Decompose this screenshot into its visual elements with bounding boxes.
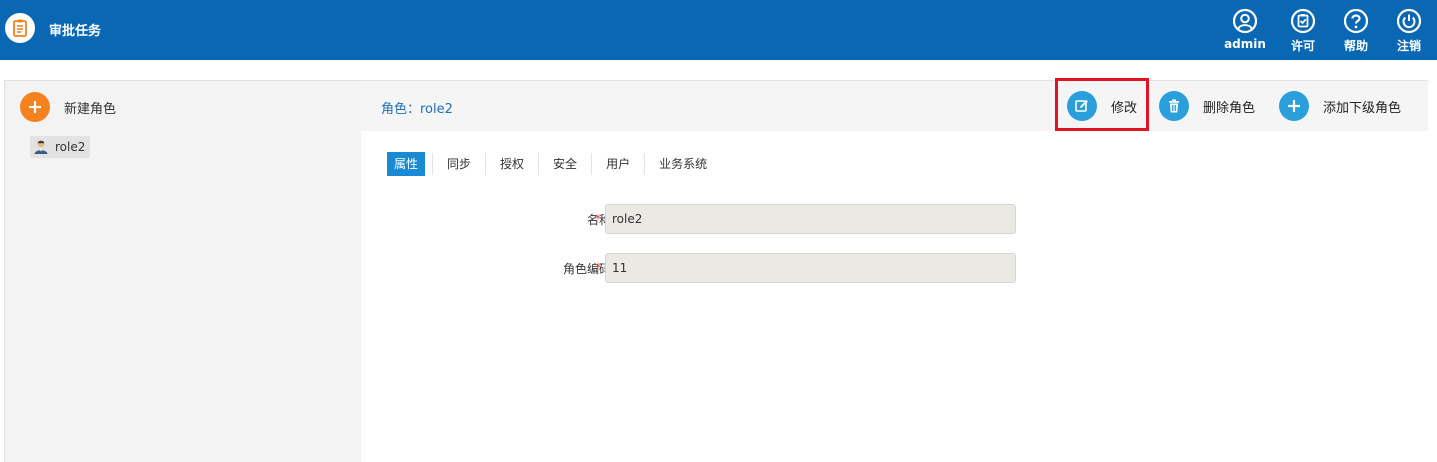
edit-label: 修改 [1111,100,1138,116]
user-circle-icon [1232,8,1258,34]
edit-button[interactable]: 修改 [1067,91,1137,121]
content-frame: 新建角色 role2 角色：role2 修改 删除角色 添加下级角色 属性 同步… [4,78,1428,462]
delete-role-label: 删除角色 [1203,100,1256,116]
new-role-button[interactable]: 新建角色 [20,92,116,122]
help-button[interactable]: 帮助 [1333,8,1379,56]
clipboard-list-icon [5,13,35,43]
tab-users[interactable]: 用户 [599,152,637,176]
license-button[interactable]: 许可 [1280,8,1326,56]
logout-button[interactable]: 注销 [1386,8,1432,56]
help-label: 帮助 [1343,39,1368,53]
user-role-icon [34,140,48,154]
tree-item-role2[interactable]: role2 [30,136,91,158]
license-clipboard-icon [1290,8,1316,34]
tab-business-systems[interactable]: 业务系统 [652,152,714,176]
delete-role-button[interactable]: 删除角色 [1159,91,1255,121]
add-child-role-button[interactable]: 添加下级角色 [1279,91,1401,121]
top-navbar: 审批任务 admin 许可 帮助 注销 [0,0,1437,60]
add-child-role-label: 添加下级角色 [1323,100,1402,116]
role-code-field[interactable] [605,253,1016,283]
name-field[interactable] [605,204,1016,234]
tab-divider [432,153,434,175]
tree-item-label: role2 [55,140,86,154]
power-icon [1396,8,1422,34]
app-title: 审批任务 [49,24,102,39]
panel-header: 角色：role2 修改 删除角色 添加下级角色 [361,78,1428,131]
license-label: 许可 [1290,39,1315,53]
role-detail-panel: 角色：role2 修改 删除角色 添加下级角色 属性 同步 授权 安全 用户 业… [361,78,1428,462]
new-role-label: 新建角色 [64,101,117,117]
required-mark: * [595,261,601,275]
tab-divider [644,153,646,175]
tab-authorization[interactable]: 授权 [493,152,531,176]
plus-icon [20,92,50,122]
name-row: 名称 * [361,204,1061,234]
tab-sync[interactable]: 同步 [440,152,478,176]
tab-properties[interactable]: 属性 [387,152,426,176]
plus-icon [1279,91,1309,121]
tab-divider [591,153,593,175]
tab-divider [538,153,540,175]
required-mark: * [595,212,601,226]
tab-security[interactable]: 安全 [546,152,584,176]
admin-label: admin [1224,37,1266,51]
tab-bar: 属性 同步 授权 安全 用户 业务系统 [387,152,714,176]
help-question-icon [1343,8,1369,34]
edit-icon [1067,91,1097,121]
admin-user-button[interactable]: admin [1222,8,1268,56]
breadcrumb: 角色：role2 [381,102,453,117]
logout-label: 注销 [1396,39,1421,53]
role-code-label: 角色编码 [562,262,611,276]
role-sidebar: 新建角色 role2 [5,81,361,462]
code-row: 角色编码 * [361,253,1061,283]
trash-icon [1159,91,1189,121]
tab-divider [485,153,487,175]
